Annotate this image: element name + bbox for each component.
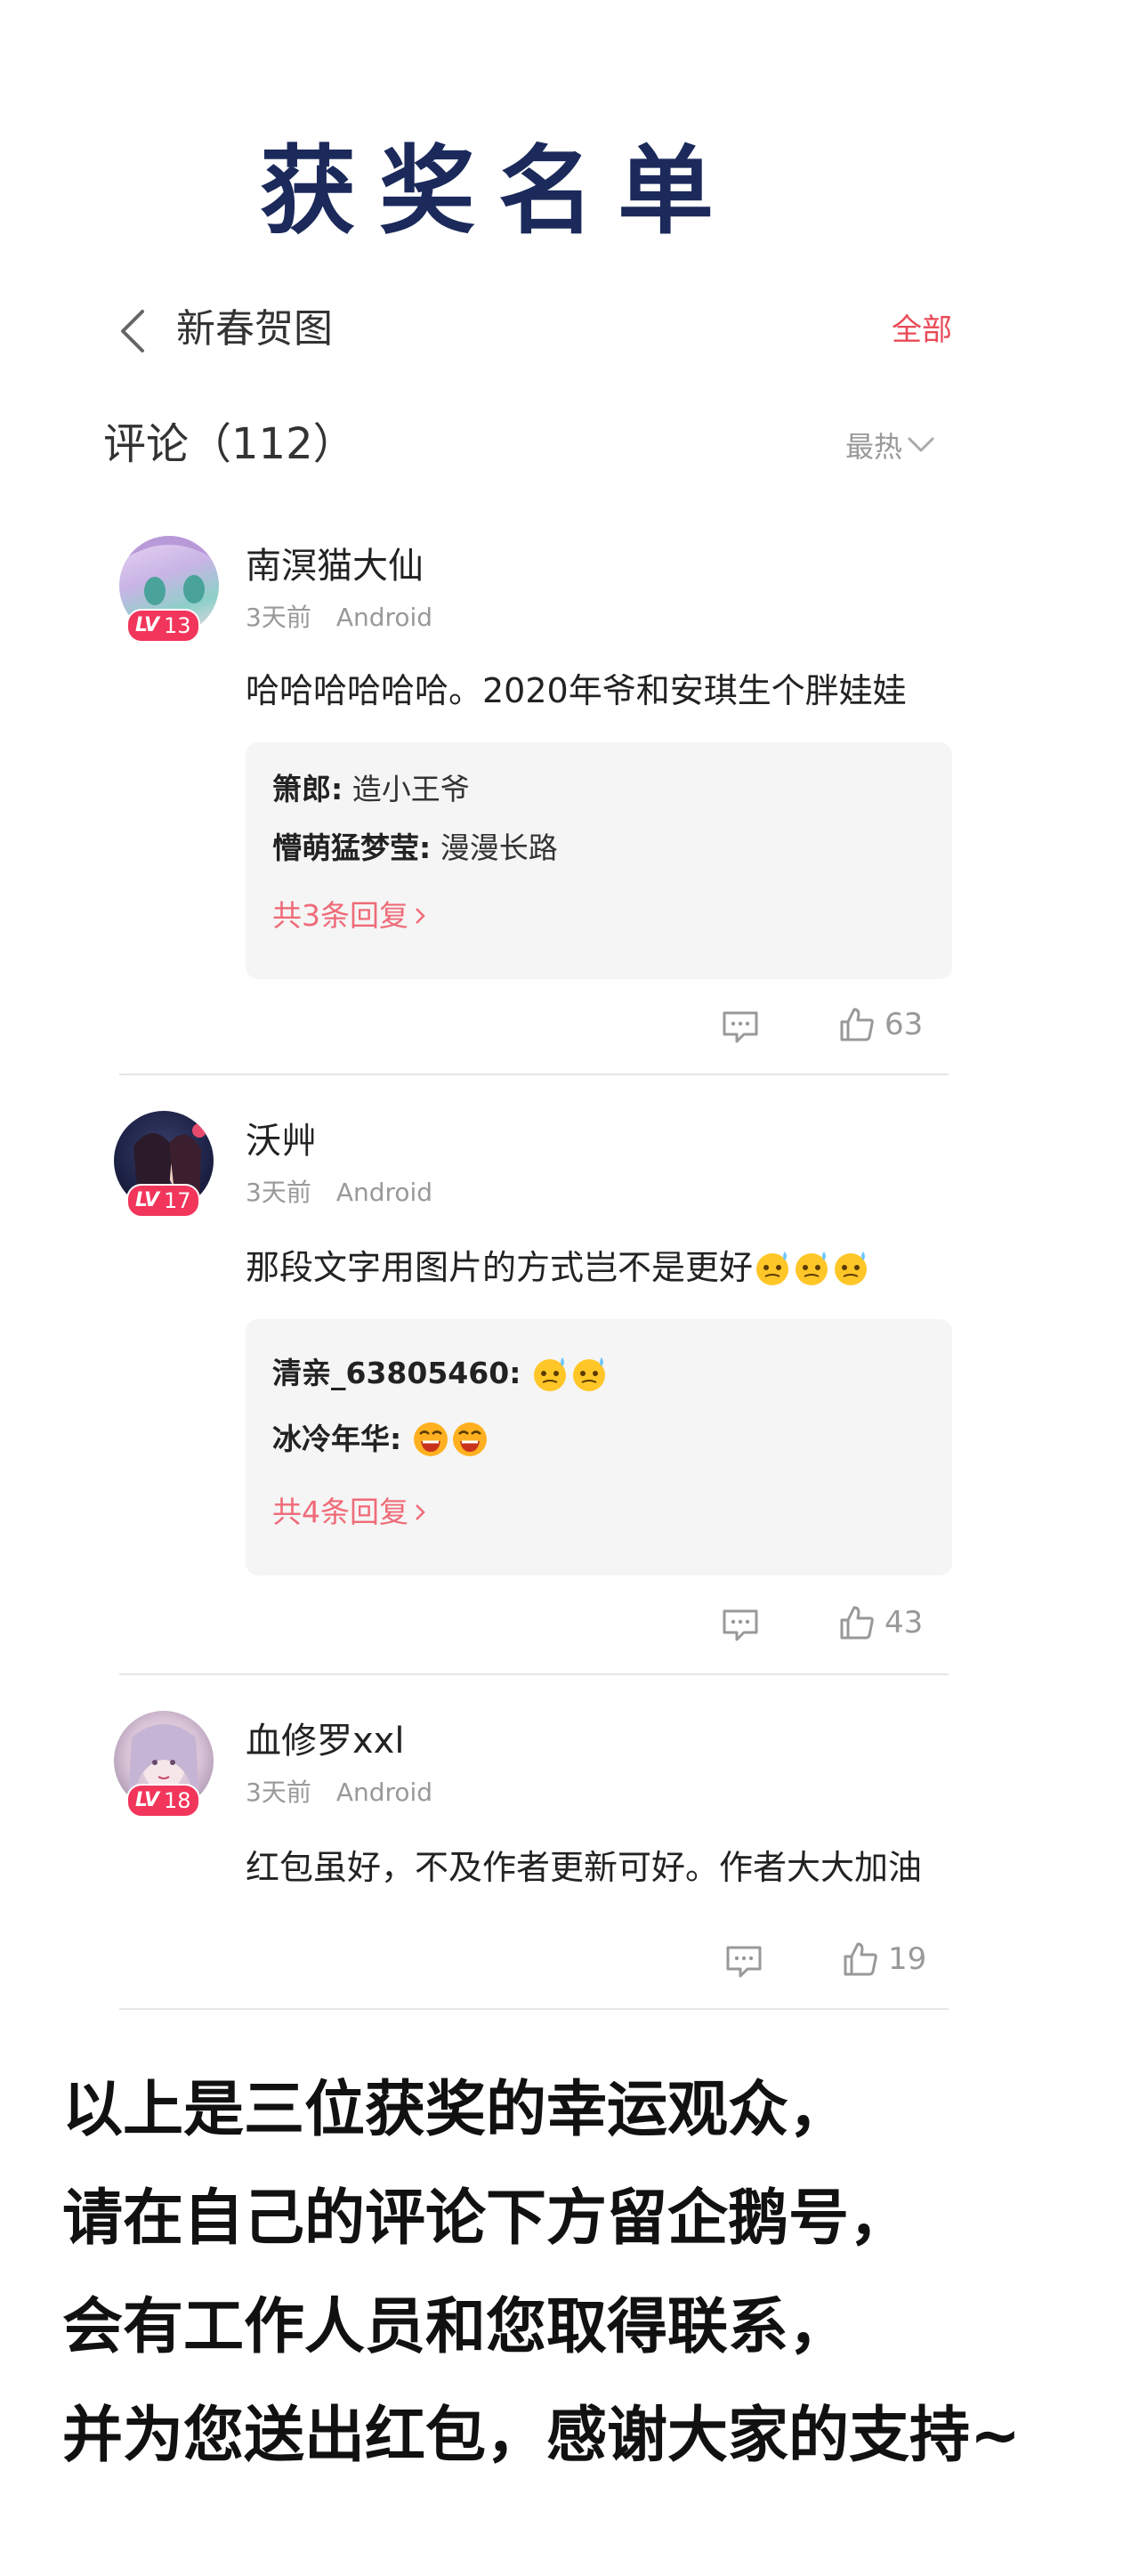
emoji-sweat-icon xyxy=(572,1357,605,1391)
level-badge: LV 18 xyxy=(126,1784,200,1818)
notice-line: 以上是三位获奖的幸运观众， xyxy=(62,2075,850,2145)
comment-icon[interactable] xyxy=(724,1944,763,1980)
like-button[interactable]: 19 xyxy=(842,1940,926,1978)
emoji-laugh-cry-icon xyxy=(413,1422,448,1456)
comment-text-row: 那段文字用图片的方式岂不是更好 xyxy=(246,1243,870,1292)
like-button[interactable]: 63 xyxy=(838,1006,923,1043)
like-count: 63 xyxy=(885,1007,924,1042)
comment-username[interactable]: 南溟猫大仙 xyxy=(246,541,424,591)
comment-icon[interactable] xyxy=(721,1608,760,1643)
like-count: 19 xyxy=(888,1941,927,1977)
comment-platform: Android xyxy=(335,1778,433,1807)
comment-meta: 3天前 Android xyxy=(246,1775,432,1810)
comment-platform: Android xyxy=(335,1178,433,1207)
comment-username[interactable]: 血修罗xxl xyxy=(246,1716,404,1766)
notice-line: 请在自己的评论下方留企鹅号， xyxy=(62,2183,910,2254)
chevron-right-icon xyxy=(416,1504,425,1520)
chevron-right-icon xyxy=(416,908,425,924)
comments-heading: 评论（112） xyxy=(103,419,356,469)
notice-line: 会有工作人员和您取得联系， xyxy=(62,2292,850,2362)
emoji-sweat-icon xyxy=(835,1252,868,1285)
more-replies-link[interactable]: 共3条回复 xyxy=(272,895,426,936)
sort-label: 最热 xyxy=(845,430,903,464)
comment-time: 3天前 xyxy=(246,1778,311,1807)
reply-item: 冰冷年华: xyxy=(272,1419,489,1460)
reply-item: 箫郎: 造小王爷 xyxy=(272,772,470,806)
reply-box[interactable]: 清亲_63805460: 冰冷年华: 共4条回复 xyxy=(246,1319,952,1576)
comment-meta: 3天前 Android xyxy=(246,600,432,636)
reply-item: 懵萌猛梦莹: 漫漫长路 xyxy=(272,830,558,865)
comment-platform: Android xyxy=(335,603,433,632)
notice-line: 并为您送出红包，感谢大家的支持~ xyxy=(62,2401,1021,2471)
comment-text: 那段文字用图片的方式岂不是更好 xyxy=(246,1248,754,1287)
comment-meta: 3天前 Android xyxy=(246,1175,432,1211)
emoji-sweat-icon xyxy=(756,1252,789,1285)
view-all-link[interactable]: 全部 xyxy=(881,308,952,352)
level-badge: LV 17 xyxy=(126,1184,200,1218)
thumbs-up-icon xyxy=(840,1606,874,1640)
emoji-sweat-icon xyxy=(533,1357,566,1391)
comment-time: 3天前 xyxy=(246,1178,311,1207)
comment-time: 3天前 xyxy=(246,603,311,632)
like-count: 43 xyxy=(885,1605,924,1640)
back-chevron-icon[interactable] xyxy=(116,306,151,356)
sort-dropdown[interactable]: 最热 xyxy=(845,422,936,468)
emoji-sweat-icon xyxy=(796,1252,828,1285)
thumbs-up-icon xyxy=(844,1942,877,1976)
like-button[interactable]: 43 xyxy=(838,1604,923,1641)
divider xyxy=(119,2008,949,2010)
banner-title: 获奖名单 xyxy=(259,135,737,247)
level-badge: LV 13 xyxy=(126,609,200,643)
reply-box[interactable]: 箫郎: 造小王爷 懵萌猛梦莹: 漫漫长路 共3条回复 xyxy=(246,742,952,979)
divider xyxy=(119,1673,949,1675)
comment-icon[interactable] xyxy=(721,1009,760,1045)
thumbs-up-icon xyxy=(840,1008,874,1041)
comment-text: 红包虽好，不及作者更新可好。作者大大加油 xyxy=(246,1848,923,1887)
comment-username[interactable]: 沃艸 xyxy=(246,1116,317,1166)
reply-item: 清亲_63805460: xyxy=(272,1353,609,1394)
divider xyxy=(119,1073,949,1075)
emoji-laugh-cry-icon xyxy=(452,1422,487,1456)
winner-notice: 以上是三位获奖的幸运观众， 请在自己的评论下方留企鹅号， 会有工作人员和您取得联… xyxy=(62,2056,1021,2491)
comment-text: 哈哈哈哈哈哈。2020年爷和安琪生个胖娃娃 xyxy=(246,671,907,710)
chevron-down-icon xyxy=(908,437,934,452)
nav-title: 新春贺图 xyxy=(176,306,333,352)
more-replies-link[interactable]: 共4条回复 xyxy=(272,1492,426,1533)
